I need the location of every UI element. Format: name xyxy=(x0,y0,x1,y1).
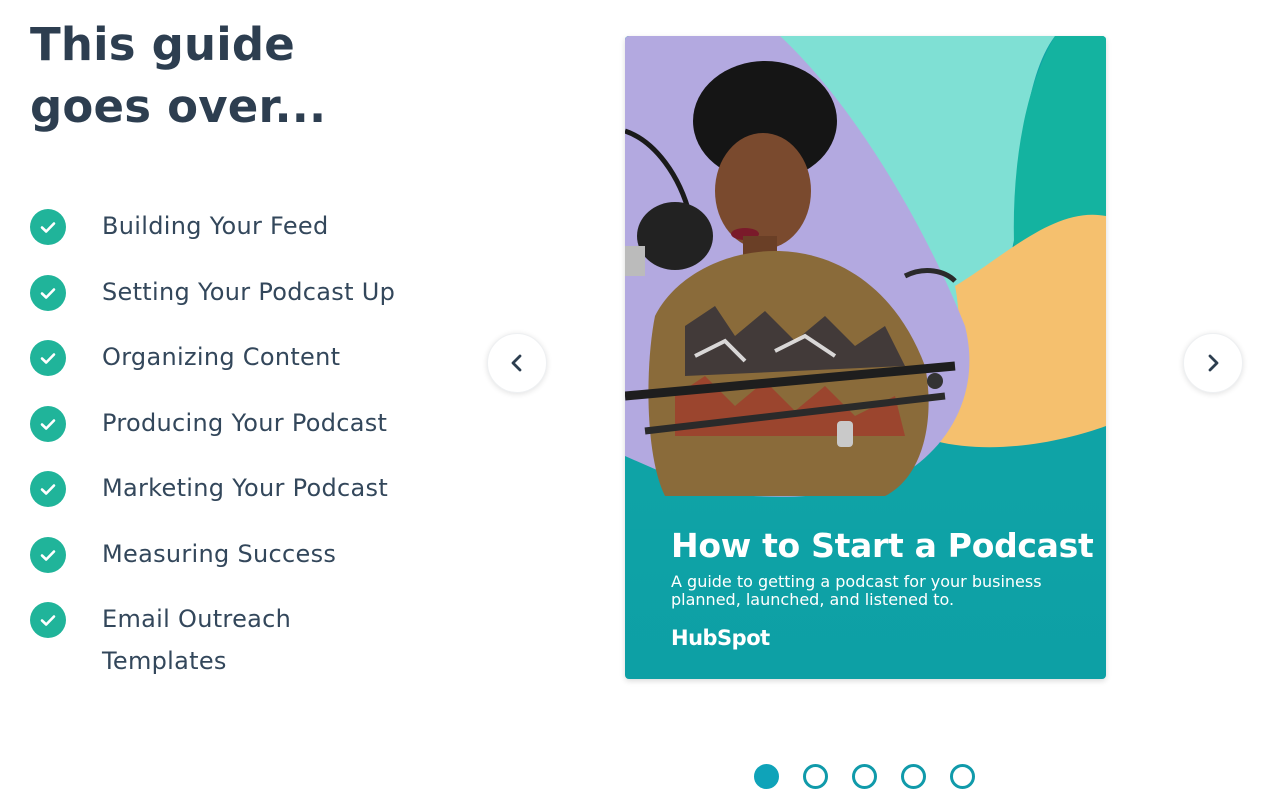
carousel-prev-button[interactable] xyxy=(487,333,547,393)
check-circle-icon xyxy=(30,471,66,507)
page-heading: This guide goes over... xyxy=(30,18,327,133)
chevron-left-icon xyxy=(511,354,522,372)
checklist-item-label: Setting Your Podcast Up xyxy=(102,277,396,306)
cover-photo xyxy=(625,36,1106,516)
cover-subtitle: A guide to getting a podcast for your bu… xyxy=(671,572,1042,609)
carousel-pagination xyxy=(754,764,975,789)
carousel-dot-4[interactable] xyxy=(901,764,926,789)
check-circle-icon xyxy=(30,274,66,311)
checklist-item: Email Outreach Templates xyxy=(30,598,430,682)
check-circle-icon xyxy=(30,209,66,245)
carousel-next-button[interactable] xyxy=(1183,333,1243,393)
checklist-item: Building Your Feed xyxy=(30,205,430,271)
check-circle-icon xyxy=(30,340,66,376)
check-circle-icon xyxy=(30,536,66,573)
checklist-item-label: Marketing Your Podcast xyxy=(102,474,389,502)
chevron-right-icon xyxy=(1208,354,1219,372)
topic-checklist: Building Your Feed Setting Your Podcast … xyxy=(30,205,430,682)
checklist-item: Organizing Content xyxy=(30,336,430,402)
check-circle-icon xyxy=(30,405,66,442)
checklist-item-label: Building Your Feed xyxy=(102,212,329,240)
checklist-item-label: Organizing Content xyxy=(102,343,341,371)
cover-title: How to Start a Podcast xyxy=(671,526,1094,565)
checklist-item: Producing Your Podcast xyxy=(30,402,430,468)
checklist-item: Measuring Success xyxy=(30,533,430,599)
carousel-dot-3[interactable] xyxy=(852,764,877,789)
carousel-dot-2[interactable] xyxy=(803,764,828,789)
checklist-item: Marketing Your Podcast xyxy=(30,467,430,533)
carousel-slide-cover[interactable]: How to Start a Podcast A guide to gettin… xyxy=(625,36,1106,679)
carousel-dot-1[interactable] xyxy=(754,764,779,789)
check-circle-icon xyxy=(30,602,66,638)
checklist-item-label: Measuring Success xyxy=(102,539,337,568)
checklist-item-label: Email Outreach Templates xyxy=(102,605,292,675)
checklist-item: Setting Your Podcast Up xyxy=(30,271,430,337)
checklist-item-label: Producing Your Podcast xyxy=(102,408,388,437)
carousel-dot-5[interactable] xyxy=(950,764,975,789)
hubspot-logo: HubSpot xyxy=(671,626,770,650)
